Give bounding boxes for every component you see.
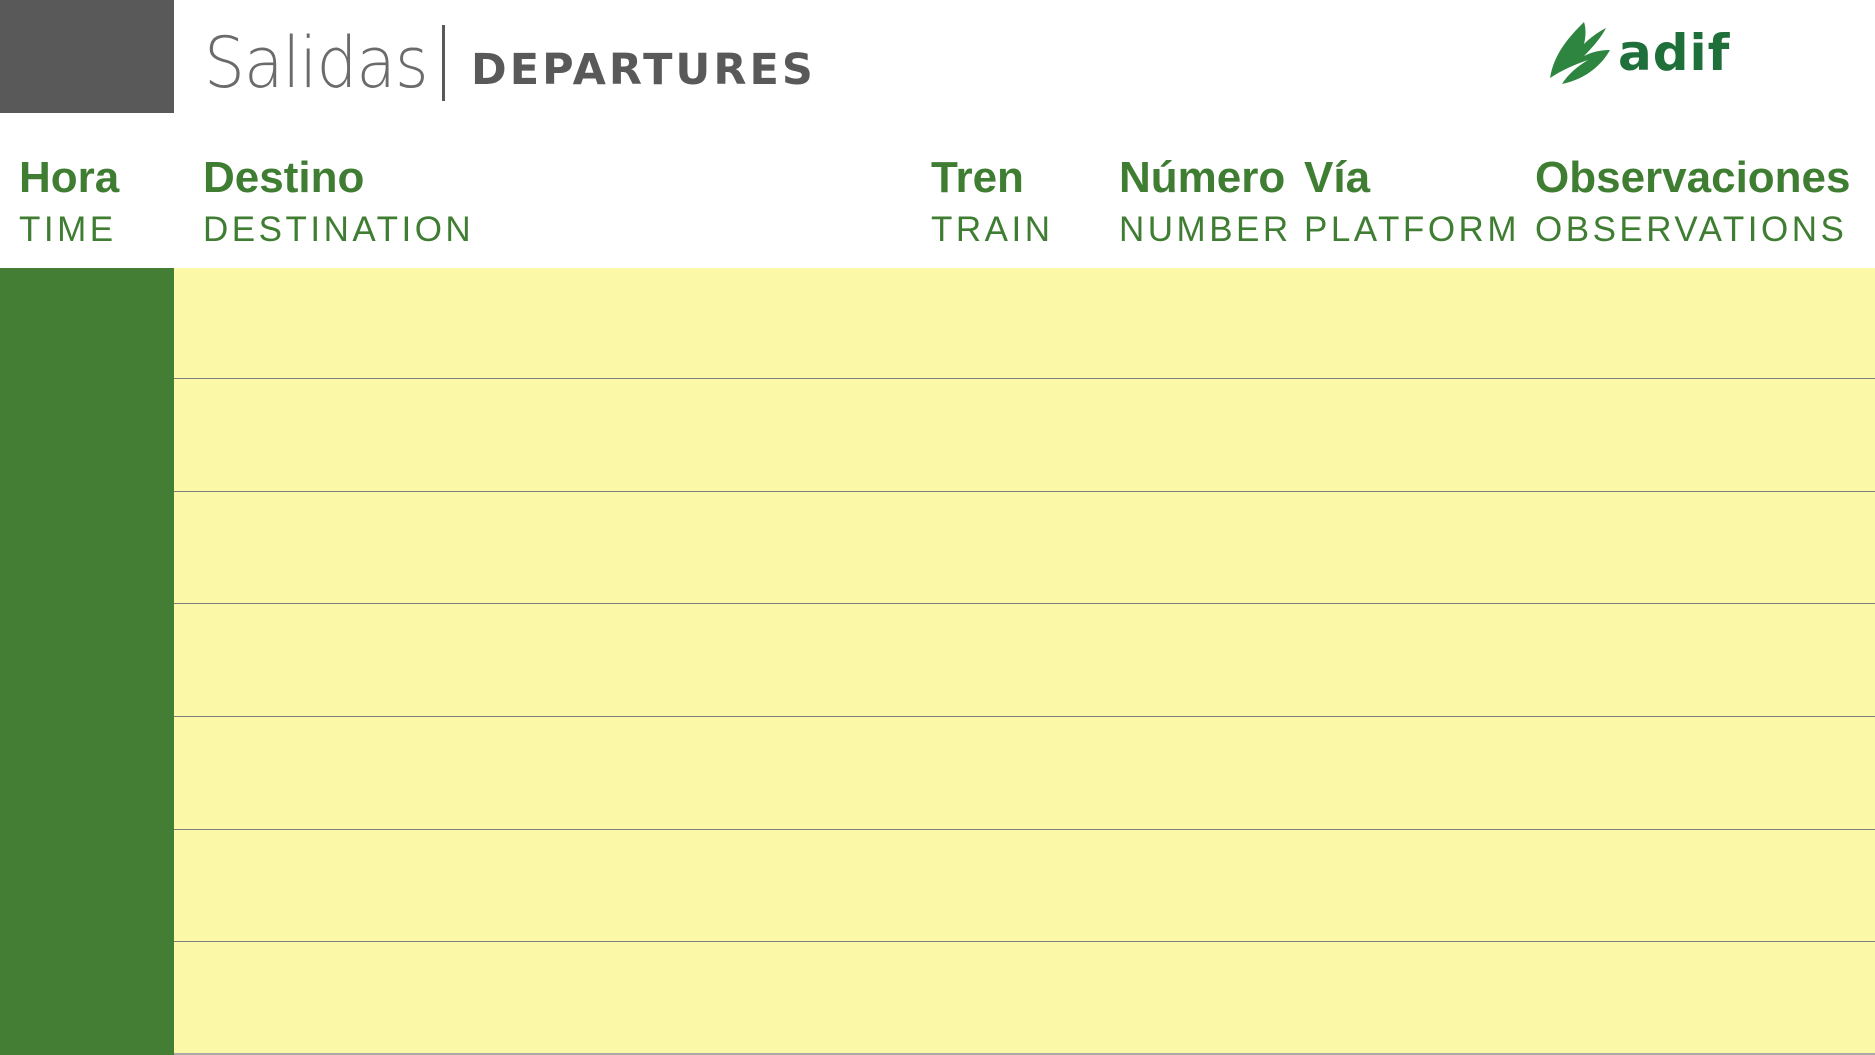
- column-label-en: NUMBER: [1119, 210, 1292, 249]
- row-divider: [174, 603, 1875, 604]
- corner-block: [0, 0, 174, 113]
- column-label-en: DESTINATION: [203, 210, 475, 249]
- column-header-platform: Vía PLATFORM: [1304, 152, 1520, 250]
- column-header-train: Tren TRAIN: [931, 152, 1054, 250]
- column-label-es: Observaciones: [1535, 153, 1851, 202]
- row-divider: [174, 829, 1875, 830]
- row-divider: [174, 941, 1875, 942]
- time-column-band: [0, 268, 174, 1055]
- column-label-en: PLATFORM: [1304, 210, 1520, 249]
- column-header-number: Número NUMBER: [1119, 152, 1292, 250]
- departures-board: Salidas DEPARTURES adif Hora TIME Destin…: [0, 0, 1875, 1055]
- column-header-observations: Observaciones OBSERVATIONS: [1535, 152, 1851, 250]
- row-divider: [174, 378, 1875, 379]
- title-english: DEPARTURES: [471, 45, 816, 95]
- column-label-en: OBSERVATIONS: [1535, 210, 1848, 249]
- row-divider: [174, 491, 1875, 492]
- column-header-time: Hora TIME: [19, 152, 119, 250]
- leaf-icon: [1550, 22, 1610, 84]
- column-label-es: Número: [1119, 153, 1286, 202]
- column-label-en: TRAIN: [931, 210, 1054, 249]
- column-label-es: Hora: [19, 153, 120, 202]
- column-label-es: Tren: [931, 153, 1024, 202]
- title-spanish: Salidas: [204, 22, 429, 104]
- title-separator: [442, 25, 445, 101]
- column-label-es: Destino: [203, 153, 365, 202]
- column-label-es: Vía: [1304, 153, 1371, 202]
- column-label-en: TIME: [19, 210, 117, 249]
- adif-logo: adif: [1548, 20, 1748, 86]
- column-header-destination: Destino DESTINATION: [203, 152, 474, 250]
- page-title: Salidas DEPARTURES: [204, 18, 816, 108]
- departures-table-body: [174, 268, 1875, 1055]
- row-divider: [174, 716, 1875, 717]
- logo-text: adif: [1618, 24, 1731, 82]
